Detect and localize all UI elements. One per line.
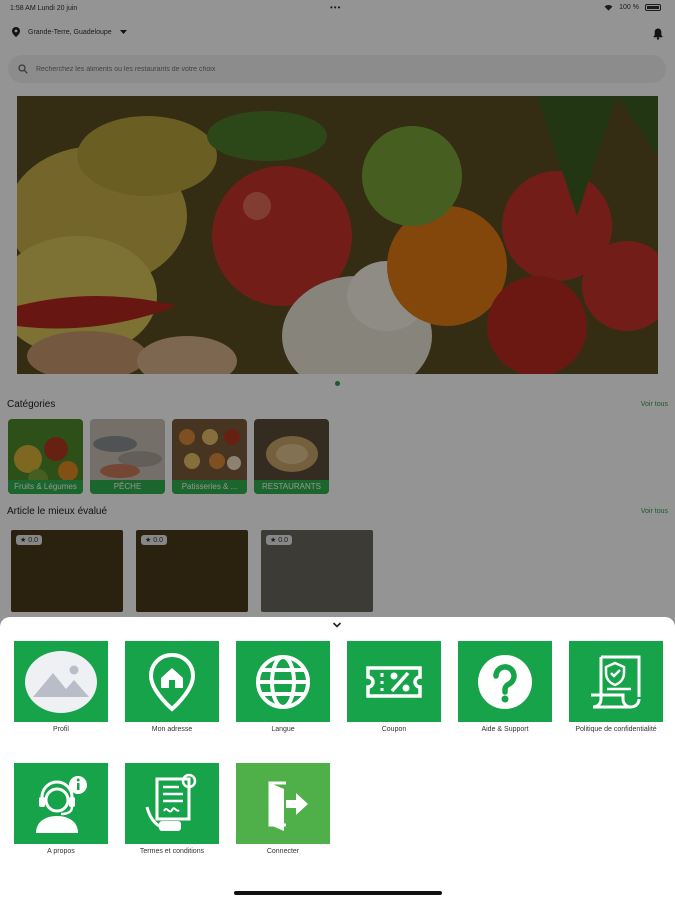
chevron-down-icon[interactable] [332,621,342,629]
home-indicator[interactable] [234,891,442,895]
language-tile[interactable] [236,641,330,722]
support-agent-icon [36,775,87,833]
help-icon [478,654,532,709]
about-tile[interactable] [14,763,108,844]
login-door-icon [268,781,308,831]
address-label: Mon adresse [151,726,193,733]
coupon-tile[interactable] [347,641,441,722]
help-tile[interactable] [458,641,552,722]
address-tile[interactable] [125,641,219,722]
about-label: A propos [47,848,75,855]
terms-label: Termes et conditions [139,848,205,855]
terms-tile[interactable] [125,763,219,844]
coupon-icon [366,665,422,698]
privacy-tile[interactable] [569,641,663,722]
image-placeholder-icon [25,650,97,713]
help-label: Aide & Support [481,726,529,733]
connect-tile[interactable] [236,763,330,844]
terms-document-icon [145,773,197,831]
globe-icon [256,654,310,709]
profile-tile[interactable] [14,641,108,722]
privacy-policy-icon [591,655,641,708]
connect-label: Connecter [266,848,300,855]
home-pin-icon [148,652,196,712]
profile-label: Profil [53,726,69,733]
coupon-label: Coupon [381,726,407,733]
privacy-label: Politique de confidentialité [575,726,657,733]
language-label: Langue [271,726,295,733]
